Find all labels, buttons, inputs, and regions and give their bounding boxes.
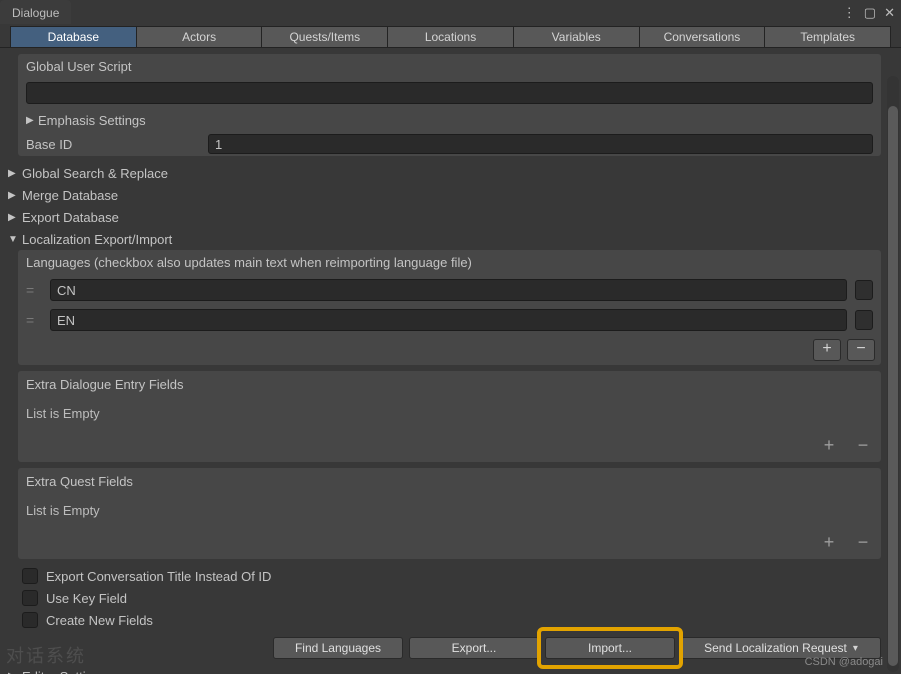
tab-label: Conversations: [664, 30, 741, 44]
language-input[interactable]: [50, 279, 847, 301]
create-new-fields-row: Create New Fields: [4, 609, 885, 631]
tab-locations[interactable]: Locations: [388, 26, 514, 47]
empty-label: List is Empty: [26, 503, 100, 518]
extra-dialogue-header: Extra Dialogue Entry Fields: [18, 371, 881, 398]
localization-actions-row: Find Languages Export... Import... Send …: [4, 631, 885, 665]
global-search-replace-foldout[interactable]: ▶ Global Search & Replace: [4, 162, 885, 184]
languages-header: Languages (checkbox also updates main te…: [18, 250, 881, 275]
tab-label: Quests/Items: [289, 30, 360, 44]
titlebar: Dialogue ⋮ ▢ ✕: [0, 0, 901, 24]
drag-handle-icon[interactable]: =: [26, 282, 42, 298]
send-localization-request-button[interactable]: Send Localization Request: [681, 637, 881, 659]
close-icon[interactable]: ✕: [884, 6, 895, 19]
emphasis-settings-foldout[interactable]: ▶ Emphasis Settings: [18, 108, 881, 132]
extra-quest-footer: + −: [18, 526, 881, 559]
remove-language-button[interactable]: −: [847, 339, 875, 361]
foldout-label: Merge Database: [22, 188, 118, 203]
tab-conversations[interactable]: Conversations: [640, 26, 766, 47]
add-dialogue-field-button[interactable]: +: [817, 435, 841, 456]
header-label: Global User Script: [26, 59, 131, 74]
import-button[interactable]: Import...: [545, 637, 675, 659]
global-user-script-box: Global User Script ▶ Emphasis Settings B…: [18, 54, 881, 156]
emphasis-label: Emphasis Settings: [38, 113, 146, 128]
foldout-label: Global Search & Replace: [22, 166, 168, 181]
window-tab-label: Dialogue: [12, 6, 59, 20]
add-language-button[interactable]: +: [813, 339, 841, 361]
checkbox-label: Use Key Field: [46, 591, 127, 606]
global-user-script-field-row: [18, 78, 881, 108]
button-label: Export...: [452, 641, 497, 655]
foldout-label: Editor Settings: [22, 669, 107, 674]
button-label: Send Localization Request: [704, 641, 847, 655]
maximize-icon[interactable]: ▢: [864, 6, 876, 19]
export-conv-title-row: Export Conversation Title Instead Of ID: [4, 565, 885, 587]
chevron-right-icon: ▶: [8, 168, 22, 179]
language-item-cn: =: [18, 275, 881, 305]
language-trailing-button[interactable]: [855, 280, 873, 300]
extra-dialogue-fields-box: Extra Dialogue Entry Fields List is Empt…: [18, 371, 881, 462]
tab-label: Locations: [425, 30, 476, 44]
language-trailing-button[interactable]: [855, 310, 873, 330]
vertical-scrollbar[interactable]: [887, 76, 899, 672]
extra-quest-header: Extra Quest Fields: [18, 468, 881, 495]
language-input[interactable]: [50, 309, 847, 331]
button-label: Find Languages: [295, 641, 381, 655]
chevron-right-icon: ▶: [8, 671, 22, 674]
header-label: Extra Quest Fields: [26, 474, 133, 489]
remove-quest-field-button[interactable]: −: [851, 532, 875, 553]
languages-box: Languages (checkbox also updates main te…: [18, 250, 881, 365]
drag-handle-icon[interactable]: =: [26, 312, 42, 328]
editor-settings-foldout[interactable]: ▶ Editor Settings: [4, 665, 885, 674]
use-key-field-checkbox[interactable]: [22, 590, 38, 606]
export-conv-title-checkbox[interactable]: [22, 568, 38, 584]
foldout-label: Export Database: [22, 210, 119, 225]
empty-label: List is Empty: [26, 406, 100, 421]
tab-variables[interactable]: Variables: [514, 26, 640, 47]
extra-quest-fields-box: Extra Quest Fields List is Empty + −: [18, 468, 881, 559]
merge-database-foldout[interactable]: ▶ Merge Database: [4, 184, 885, 206]
remove-dialogue-field-button[interactable]: −: [851, 435, 875, 456]
use-key-field-row: Use Key Field: [4, 587, 885, 609]
create-new-fields-checkbox[interactable]: [22, 612, 38, 628]
checkbox-label: Export Conversation Title Instead Of ID: [46, 569, 271, 584]
main-tabs: Database Actors Quests/Items Locations V…: [0, 24, 901, 48]
foldout-label: Localization Export/Import: [22, 232, 172, 247]
chevron-right-icon: ▶: [8, 190, 22, 201]
base-id-input[interactable]: [208, 134, 873, 154]
languages-plusminus: + −: [18, 335, 881, 365]
add-quest-field-button[interactable]: +: [817, 532, 841, 553]
tab-actors[interactable]: Actors: [137, 26, 263, 47]
window-tab-dialogue[interactable]: Dialogue: [0, 0, 71, 24]
tab-label: Database: [48, 30, 99, 44]
scroll-thumb[interactable]: [888, 106, 898, 666]
global-user-script-input[interactable]: [26, 82, 873, 104]
base-id-label: Base ID: [26, 137, 202, 152]
tab-quests-items[interactable]: Quests/Items: [262, 26, 388, 47]
tab-label: Variables: [552, 30, 601, 44]
base-id-row: Base ID: [18, 132, 881, 156]
chevron-down-icon: ▼: [8, 234, 22, 245]
extra-quest-empty: List is Empty: [18, 495, 881, 526]
tab-database[interactable]: Database: [10, 26, 137, 47]
chevron-right-icon: ▶: [8, 212, 22, 223]
language-item-en: =: [18, 305, 881, 335]
header-label: Extra Dialogue Entry Fields: [26, 377, 184, 392]
chevron-right-icon: ▶: [26, 115, 38, 126]
tab-label: Templates: [800, 30, 855, 44]
extra-dialogue-empty: List is Empty: [18, 398, 881, 429]
export-button[interactable]: Export...: [409, 637, 539, 659]
tab-label: Actors: [182, 30, 216, 44]
localization-export-import-foldout[interactable]: ▼ Localization Export/Import: [4, 228, 885, 250]
tab-templates[interactable]: Templates: [765, 26, 891, 47]
extra-dialogue-footer: + −: [18, 429, 881, 462]
checkbox-label: Create New Fields: [46, 613, 153, 628]
kebab-menu-icon[interactable]: ⋮: [843, 6, 856, 19]
export-database-foldout[interactable]: ▶ Export Database: [4, 206, 885, 228]
languages-header-label: Languages (checkbox also updates main te…: [26, 255, 472, 270]
button-label: Import...: [588, 641, 632, 655]
global-user-script-header: Global User Script: [18, 54, 881, 78]
find-languages-button[interactable]: Find Languages: [273, 637, 403, 659]
